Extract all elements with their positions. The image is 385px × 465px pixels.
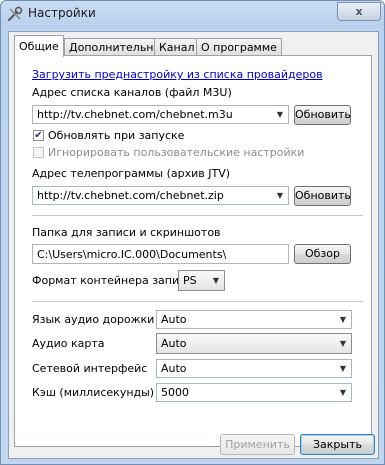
tab-advanced[interactable]: Дополнительно bbox=[64, 38, 166, 56]
provider-preset-link[interactable]: Загрузить преднастройку из списка провай… bbox=[32, 68, 323, 81]
cache-label: Кэш (миллисекунды) bbox=[32, 386, 155, 399]
network-interface-value: Auto bbox=[161, 362, 187, 375]
network-interface-select[interactable]: Auto ▼ bbox=[156, 359, 352, 378]
record-folder-value: C:\Users\micro.IC.000\Documents\ bbox=[37, 248, 227, 261]
browse-button[interactable]: Обзор bbox=[294, 244, 351, 264]
channels-url-combo[interactable]: http://tv.chebnet.com/chebnet.m3u ▼ bbox=[32, 105, 289, 124]
close-icon: x bbox=[355, 5, 363, 18]
ignore-user-settings-label: Игнорировать пользовательские настройки bbox=[48, 146, 305, 159]
chevron-down-icon: ▼ bbox=[276, 191, 284, 200]
refresh-epg-button[interactable]: Обновить bbox=[294, 186, 351, 206]
channels-list-label: Адрес списка каналов (файл M3U) bbox=[32, 86, 232, 99]
chevron-down-icon: ▼ bbox=[339, 364, 347, 373]
update-on-start-checkbox[interactable]: ✔ bbox=[33, 130, 44, 141]
chevron-down-icon: ▼ bbox=[339, 315, 347, 324]
dialog-client: Общие Дополнительно Канал О программе За… bbox=[8, 31, 379, 459]
audio-card-select[interactable]: Auto ▼ bbox=[156, 333, 352, 354]
chevron-down-icon: ▼ bbox=[339, 388, 347, 397]
record-folder-input[interactable]: C:\Users\micro.IC.000\Documents\ bbox=[32, 244, 289, 264]
audio-track-select[interactable]: Auto ▼ bbox=[156, 310, 352, 329]
network-interface-label: Сетевой интерфейс bbox=[32, 362, 148, 375]
cache-value: 5000 bbox=[161, 386, 189, 399]
general-panel: Загрузить преднастройку из списка провай… bbox=[14, 55, 372, 447]
audio-card-value: Auto bbox=[161, 337, 187, 350]
chevron-down-icon: ▼ bbox=[339, 339, 347, 348]
close-window-button[interactable]: x bbox=[337, 2, 381, 21]
chevron-down-icon: ▼ bbox=[212, 276, 220, 285]
separator bbox=[32, 301, 363, 303]
refresh-channels-button[interactable]: Обновить bbox=[294, 105, 351, 125]
channels-url-value: http://tv.chebnet.com/chebnet.m3u bbox=[37, 108, 233, 121]
epg-url-value: http://tv.chebnet.com/chebnet.zip bbox=[37, 189, 224, 202]
tools-icon bbox=[7, 6, 23, 22]
container-format-label: Формат контейнера записи bbox=[32, 274, 193, 287]
settings-window: Настройки x Общие Дополнительно Канал О … bbox=[0, 0, 385, 465]
tab-about[interactable]: О программе bbox=[196, 38, 282, 56]
audio-card-label: Аудио карта bbox=[32, 337, 105, 350]
tab-general[interactable]: Общие bbox=[14, 35, 64, 57]
epg-url-combo[interactable]: http://tv.chebnet.com/chebnet.zip ▼ bbox=[32, 186, 289, 205]
audio-track-value: Auto bbox=[161, 313, 187, 326]
update-on-start-label: Обновлять при запуске bbox=[48, 129, 185, 142]
epg-url-label: Адрес телепрограммы (архив JTV) bbox=[32, 167, 231, 180]
container-format-select[interactable]: PS ▼ bbox=[178, 270, 225, 291]
audio-track-label: Язык аудио дорожки bbox=[32, 313, 155, 326]
window-title: Настройки bbox=[28, 6, 96, 20]
separator bbox=[32, 215, 363, 217]
cache-select[interactable]: 5000 ▼ bbox=[156, 383, 352, 402]
chevron-down-icon: ▼ bbox=[276, 110, 284, 119]
apply-button[interactable]: Применить bbox=[220, 434, 295, 455]
title-bar: Настройки x bbox=[1, 1, 384, 29]
record-folder-label: Папка для записи и скриншотов bbox=[32, 226, 221, 239]
close-button[interactable]: Закрыть bbox=[300, 434, 375, 455]
container-format-value: PS bbox=[183, 274, 197, 287]
ignore-user-settings-checkbox[interactable] bbox=[33, 147, 44, 158]
tab-channel[interactable]: Канал bbox=[154, 38, 200, 56]
